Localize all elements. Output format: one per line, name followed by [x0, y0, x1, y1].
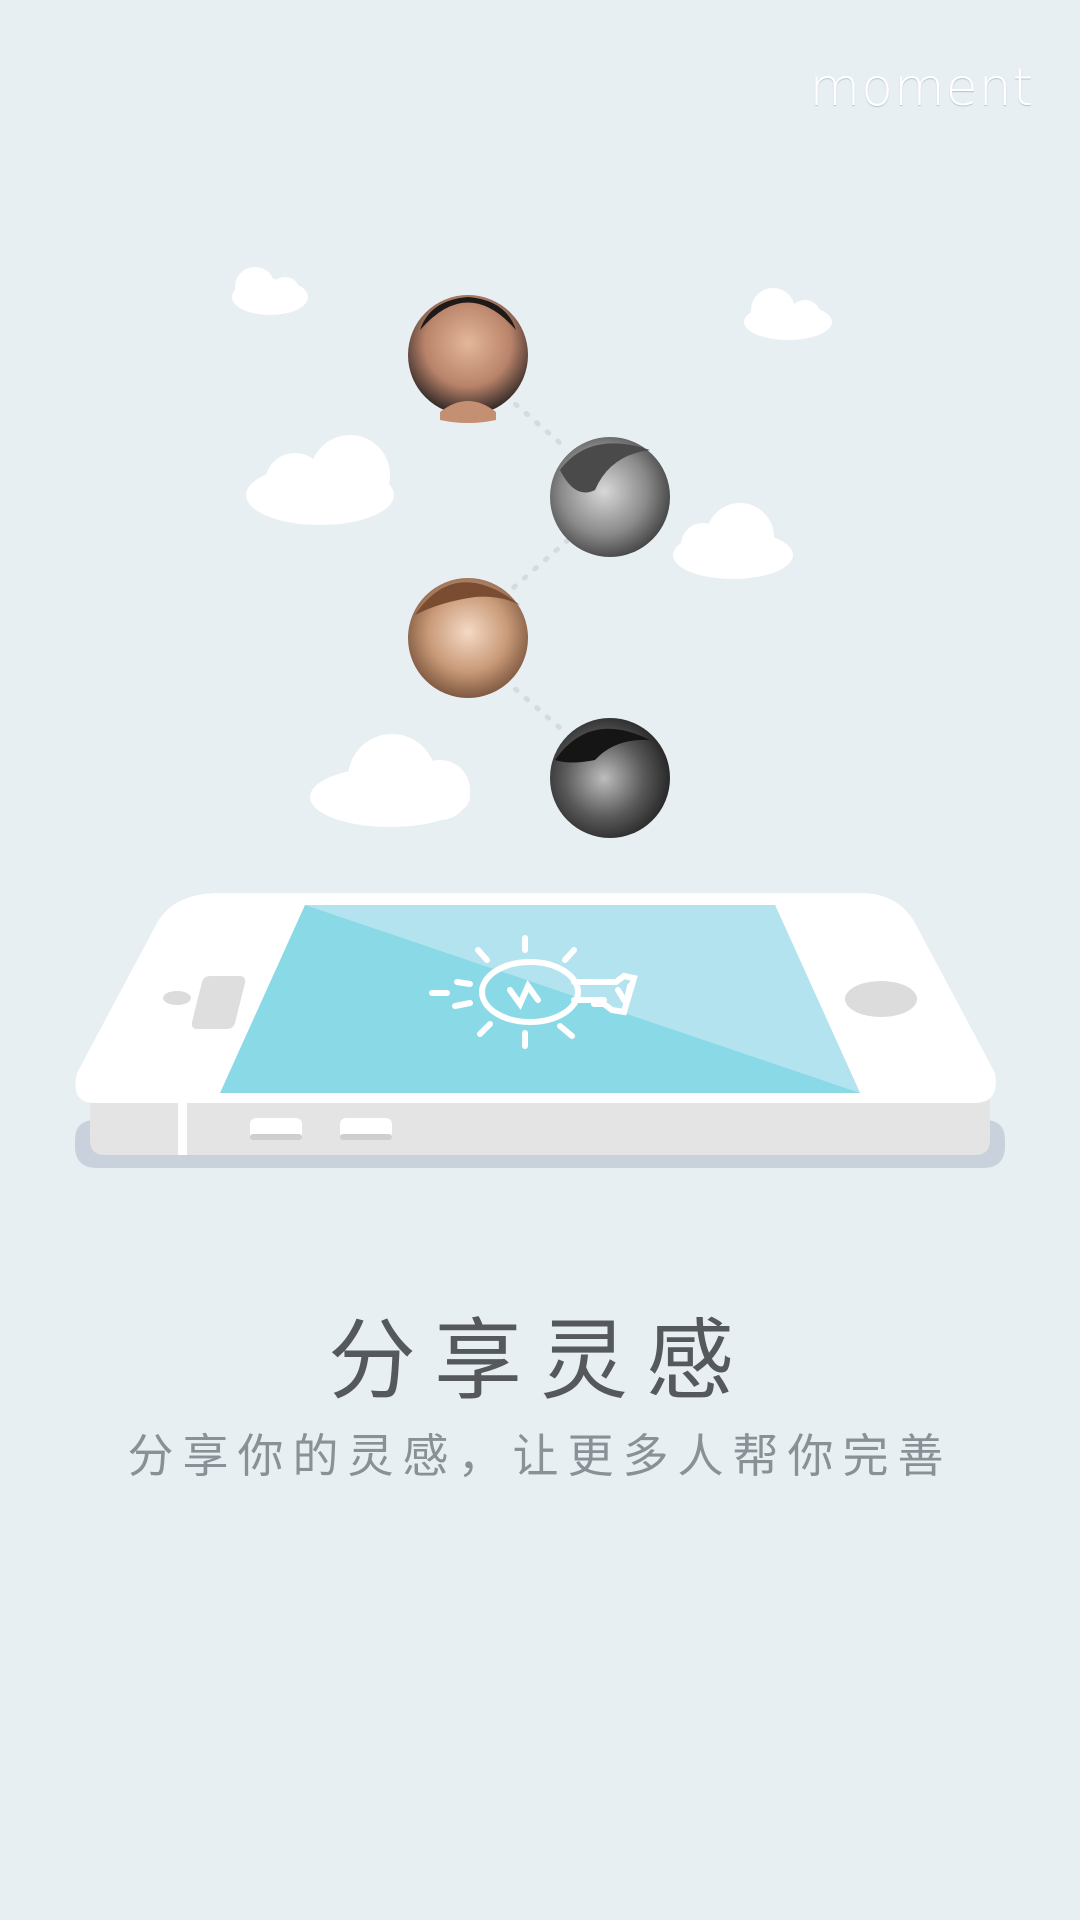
onboarding-headline: 分享灵感: [327, 1309, 752, 1412]
avatar-man-2: [550, 718, 670, 838]
cloud-icon: [744, 288, 832, 340]
onboarding-illustration: [0, 0, 1080, 1200]
onboarding-subline: 分享你的灵感，让更多人帮你完善: [127, 1429, 953, 1483]
cloud-icon: [310, 734, 470, 827]
avatar-connector: [502, 392, 571, 738]
cloud-icon: [232, 267, 308, 315]
cloud-icon: [246, 435, 394, 525]
avatar-woman-2: [408, 578, 528, 698]
avatar-woman-1: [550, 437, 670, 557]
cloud-icon: [673, 503, 793, 579]
phone-illustration: [75, 893, 1005, 1168]
avatar-man-1: [408, 295, 528, 423]
